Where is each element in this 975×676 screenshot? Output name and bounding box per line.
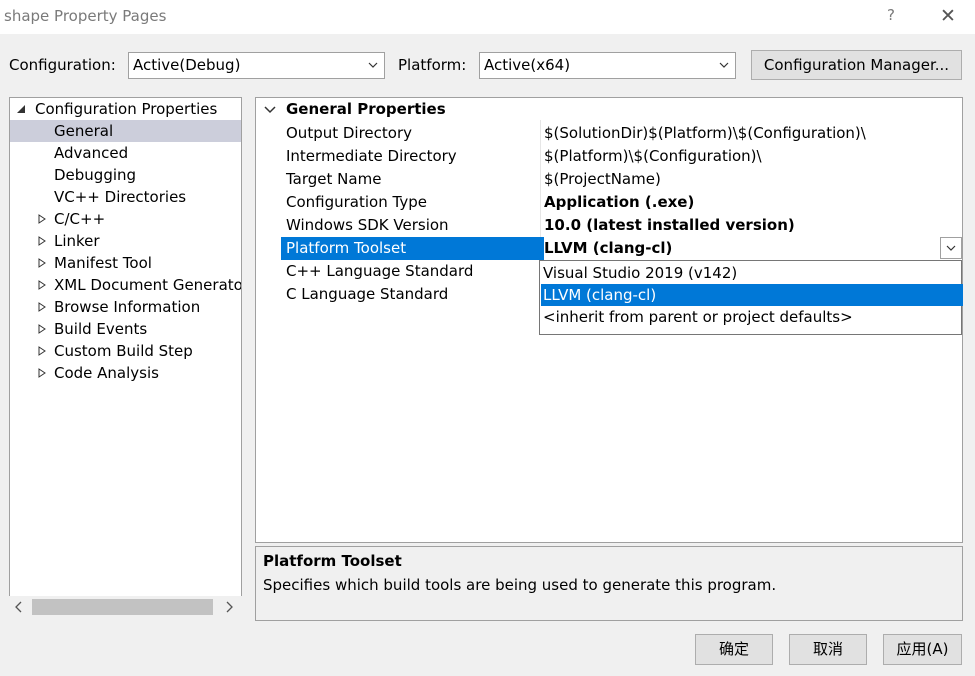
tree-item-label: Advanced xyxy=(54,142,128,164)
property-name: Windows SDK Version xyxy=(286,214,539,237)
tree-item-build-events[interactable]: Build Events xyxy=(10,318,241,340)
ok-button[interactable]: 确定 xyxy=(695,634,773,665)
property-value[interactable]: 10.0 (latest installed version) xyxy=(544,214,963,237)
platform-value: Active(x64) xyxy=(484,56,570,74)
collapsed-triangle-icon[interactable] xyxy=(38,324,46,334)
tree-item-label: Browse Information xyxy=(54,296,200,318)
tree-item-label: C/C++ xyxy=(54,208,105,230)
collapsed-triangle-icon[interactable] xyxy=(38,214,46,224)
configuration-manager-button[interactable]: Configuration Manager... xyxy=(751,50,962,80)
tree-item-advanced[interactable]: Advanced xyxy=(10,142,241,164)
section-header[interactable]: General Properties xyxy=(256,98,962,121)
property-row[interactable]: Output Directory $(SolutionDir)$(Platfor… xyxy=(256,122,962,145)
property-row[interactable]: Intermediate Directory $(Platform)\$(Con… xyxy=(256,145,962,168)
property-name: Intermediate Directory xyxy=(286,145,539,168)
tree-item-custom-build-step[interactable]: Custom Build Step xyxy=(10,340,241,362)
collapsed-triangle-icon[interactable] xyxy=(38,368,46,378)
dropdown-option[interactable]: Visual Studio 2019 (v142) xyxy=(541,262,963,284)
chevron-down-icon[interactable] xyxy=(264,105,276,115)
property-name: Target Name xyxy=(286,168,539,191)
description-title: Platform Toolset xyxy=(263,552,402,570)
chevron-down-icon xyxy=(717,54,731,76)
tree-item-browse-information[interactable]: Browse Information xyxy=(10,296,241,318)
configuration-value: Active(Debug) xyxy=(133,56,240,74)
tree-item-label: Linker xyxy=(54,230,100,252)
property-name: C++ Language Standard xyxy=(286,260,539,283)
tree-item-general[interactable]: General xyxy=(10,120,241,142)
property-row[interactable]: Windows SDK Version 10.0 (latest install… xyxy=(256,214,962,237)
collapsed-triangle-icon[interactable] xyxy=(38,346,46,356)
tree-root-label: Configuration Properties xyxy=(35,98,217,120)
tree-item-label: Custom Build Step xyxy=(54,340,193,362)
toolset-dropdown-list[interactable]: Visual Studio 2019 (v142) LLVM (clang-cl… xyxy=(539,260,962,335)
collapsed-triangle-icon[interactable] xyxy=(38,236,46,246)
description-text: Specifies which build tools are being us… xyxy=(263,576,776,594)
property-name: Output Directory xyxy=(286,122,539,145)
scrollbar-thumb[interactable] xyxy=(32,599,213,615)
tree-root[interactable]: Configuration Properties xyxy=(10,98,241,120)
cancel-button[interactable]: 取消 xyxy=(789,634,867,665)
tree-item-xml-document[interactable]: XML Document Generato xyxy=(10,274,241,296)
scroll-right-icon[interactable] xyxy=(224,601,234,613)
help-button[interactable]: ? xyxy=(884,6,898,26)
tree-item-label: XML Document Generato xyxy=(54,274,242,296)
scroll-left-icon[interactable] xyxy=(14,601,24,613)
tree-item-label: Debugging xyxy=(54,164,136,186)
tree-item-label: Manifest Tool xyxy=(54,252,152,274)
property-name: C Language Standard xyxy=(286,283,539,306)
tree-item-vc-directories[interactable]: VC++ Directories xyxy=(10,186,241,208)
property-name: Platform Toolset xyxy=(281,237,544,260)
property-row[interactable]: Target Name $(ProjectName) xyxy=(256,168,962,191)
collapsed-triangle-icon[interactable] xyxy=(38,280,46,290)
dropdown-option-selected[interactable]: LLVM (clang-cl) xyxy=(541,284,963,306)
platform-label: Platform: xyxy=(398,56,466,74)
window-title: shape Property Pages xyxy=(4,7,166,25)
property-value[interactable]: $(Platform)\$(Configuration)\ xyxy=(544,145,963,168)
platform-select[interactable]: Active(x64) xyxy=(479,52,736,79)
property-row[interactable]: Configuration Type Application (.exe) xyxy=(256,191,962,214)
category-tree[interactable]: Configuration Properties General Advance… xyxy=(9,97,242,620)
tree-item-code-analysis[interactable]: Code Analysis xyxy=(10,362,241,384)
toolset-dropdown-button[interactable] xyxy=(940,237,962,259)
tree-item-label: General xyxy=(54,120,113,142)
tree-item-manifest-tool[interactable]: Manifest Tool xyxy=(10,252,241,274)
tree-item-debugging[interactable]: Debugging xyxy=(10,164,241,186)
collapsed-triangle-icon[interactable] xyxy=(38,302,46,312)
tree-item-label: Code Analysis xyxy=(54,362,159,384)
property-value[interactable]: $(SolutionDir)$(Platform)\$(Configuratio… xyxy=(544,122,963,145)
chevron-down-icon xyxy=(366,54,380,76)
property-row-selected[interactable]: Platform Toolset LLVM (clang-cl) xyxy=(256,237,962,260)
apply-button[interactable]: 应用(A) xyxy=(883,634,962,665)
section-title: General Properties xyxy=(286,98,446,121)
property-value[interactable]: $(ProjectName) xyxy=(544,168,963,191)
tree-item-linker[interactable]: Linker xyxy=(10,230,241,252)
property-name: Configuration Type xyxy=(286,191,539,214)
tree-item-label: VC++ Directories xyxy=(54,186,186,208)
dropdown-option[interactable]: <inherit from parent or project defaults… xyxy=(541,306,963,328)
tree-item-label: Build Events xyxy=(54,318,147,340)
expanded-triangle-icon xyxy=(16,104,26,114)
configuration-select[interactable]: Active(Debug) xyxy=(128,52,385,79)
collapsed-triangle-icon[interactable] xyxy=(38,258,46,268)
tree-item-c-cpp[interactable]: C/C++ xyxy=(10,208,241,230)
configuration-label: Configuration: xyxy=(9,56,116,74)
property-value[interactable]: Application (.exe) xyxy=(544,191,963,214)
chevron-down-icon xyxy=(945,243,957,253)
close-button[interactable]: ✕ xyxy=(936,6,960,28)
property-value[interactable]: LLVM (clang-cl) xyxy=(544,237,963,260)
